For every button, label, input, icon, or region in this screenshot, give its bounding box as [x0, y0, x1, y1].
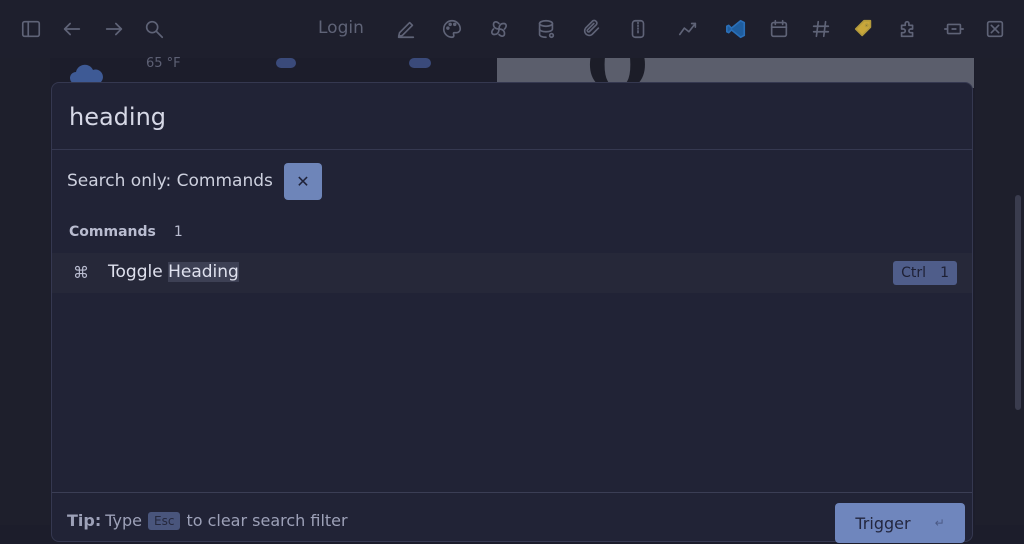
- result-title-match: Heading: [168, 262, 239, 282]
- filter-label: Search only: Commands: [67, 171, 273, 191]
- group-count: 1: [173, 224, 183, 240]
- search-icon[interactable]: [139, 14, 169, 44]
- esc-key-badge: Esc: [148, 511, 181, 530]
- command-icon: ⌘: [73, 263, 89, 282]
- result-item-toggle-heading[interactable]: ⌘ Toggle Heading Ctrl 1: [52, 253, 972, 293]
- pencil-icon[interactable]: [391, 14, 421, 44]
- embed-icon[interactable]: [939, 14, 969, 44]
- vscode-icon[interactable]: [721, 14, 751, 44]
- hashtag-icon[interactable]: [806, 14, 836, 44]
- palette-footer: Tip: Type Esc to clear search filter Tri…: [52, 492, 972, 544]
- background-pill: [276, 58, 296, 68]
- tip-before: Type: [105, 511, 142, 530]
- group-header: Commands 1: [69, 224, 183, 240]
- calendar-icon[interactable]: [764, 14, 794, 44]
- page-scrollbar[interactable]: [1015, 195, 1021, 410]
- tip-text: Tip: Type Esc to clear search filter: [67, 511, 348, 530]
- command-palette: Search only: Commands ✕ Commands 1 ⌘ Tog…: [51, 82, 973, 544]
- attachment-icon[interactable]: [577, 14, 607, 44]
- tag-icon[interactable]: [849, 14, 879, 44]
- result-title: Toggle Heading: [108, 262, 239, 282]
- weather-temperature: 65 °F: [146, 56, 181, 71]
- group-name: Commands: [69, 224, 156, 240]
- palette-icon[interactable]: [437, 14, 467, 44]
- clear-filter-button[interactable]: ✕: [283, 162, 322, 200]
- back-arrow-icon[interactable]: [57, 14, 87, 44]
- puzzle-icon[interactable]: [893, 14, 923, 44]
- tip-label: Tip:: [67, 511, 102, 530]
- login-link[interactable]: Login: [318, 18, 364, 38]
- result-title-prefix: Toggle: [108, 262, 169, 282]
- shortcut-modifier: Ctrl: [901, 265, 927, 281]
- shortcut-key: 1: [940, 265, 949, 281]
- graph-icon[interactable]: [673, 14, 703, 44]
- forward-arrow-icon[interactable]: [99, 14, 129, 44]
- close-icon: ✕: [296, 171, 310, 191]
- trigger-label: Trigger: [855, 513, 911, 533]
- filter-row: Search only: Commands ✕: [67, 162, 322, 200]
- enter-key-icon: ↵: [934, 516, 945, 530]
- trigger-button[interactable]: Trigger ↵: [835, 503, 965, 543]
- background-panel-left: [0, 58, 50, 525]
- tip-after: to clear search filter: [186, 511, 348, 530]
- pinwheel-icon[interactable]: [484, 14, 514, 44]
- background-pill: [409, 58, 431, 68]
- search-input[interactable]: [67, 97, 951, 137]
- zip-file-icon[interactable]: [623, 14, 653, 44]
- search-row: [52, 83, 972, 150]
- shortcut-badge: Ctrl 1: [893, 261, 957, 285]
- excalidraw-icon[interactable]: [980, 14, 1010, 44]
- database-icon[interactable]: [531, 14, 561, 44]
- top-toolbar: Login: [0, 0, 1024, 58]
- sidebar-toggle-icon[interactable]: [16, 14, 46, 44]
